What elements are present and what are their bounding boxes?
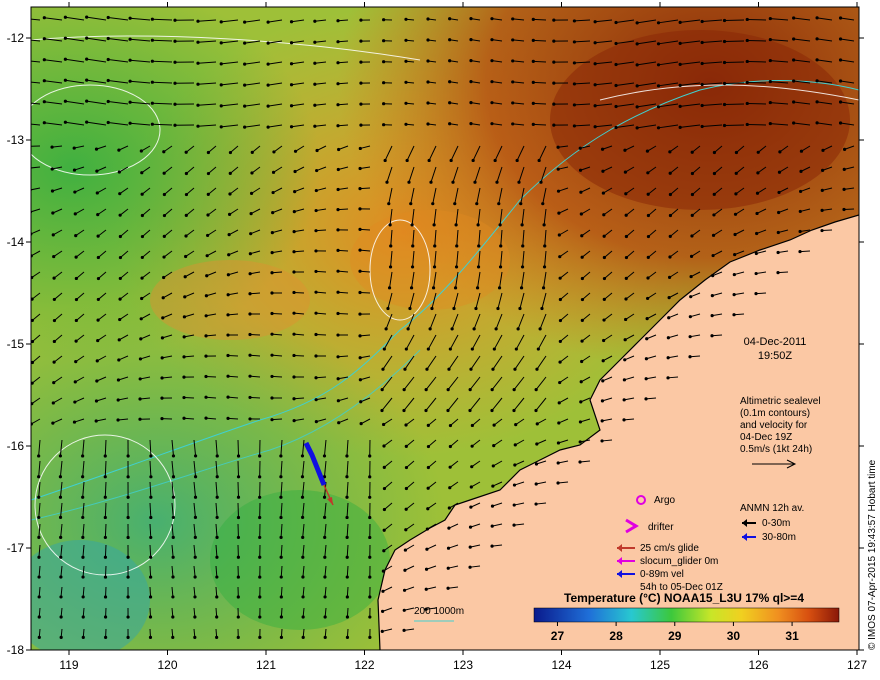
- velocity-arrow: [533, 81, 547, 84]
- lon-tick-label: 120: [157, 658, 177, 672]
- svg-text:04-Dec 19Z: 04-Dec 19Z: [740, 432, 792, 443]
- map-date: 04-Dec-2011: [744, 336, 807, 348]
- velocity-arrow: [747, 81, 767, 84]
- lon-tick-label: 127: [847, 658, 867, 672]
- velocity-arrow: [533, 60, 547, 63]
- colorbar-tick-label: 27: [551, 629, 565, 643]
- svg-text:slocum_glider 0m: slocum_glider 0m: [640, 556, 718, 567]
- svg-text:0-89m vel: 0-89m vel: [640, 569, 684, 580]
- colorbar-title: Temperature (°C) NOAA15_L3U 17% ql>=4: [564, 591, 804, 605]
- velocity-arrow: [533, 18, 547, 21]
- svg-text:Argo: Argo: [654, 495, 676, 506]
- velocity-arrow: [104, 565, 107, 578]
- lat-tick-label: -15: [7, 337, 25, 351]
- svg-text:200 1000m: 200 1000m: [414, 606, 464, 617]
- velocity-arrow: [104, 502, 107, 518]
- svg-text:and velocity for: and velocity for: [740, 420, 808, 431]
- lat-tick-label: -13: [7, 133, 25, 147]
- velocity-arrow: [237, 460, 240, 477]
- velocity-arrow: [747, 60, 767, 63]
- svg-text:25 cm/s glide: 25 cm/s glide: [640, 543, 699, 554]
- svg-text:0-30m: 0-30m: [762, 518, 790, 529]
- svg-text:Altimetric sealevel: Altimetric sealevel: [740, 396, 821, 407]
- lon-tick-label: 124: [551, 658, 571, 672]
- velocity-arrow: [747, 18, 767, 21]
- lat-tick-label: -14: [7, 235, 25, 249]
- velocity-arrow: [533, 123, 547, 126]
- svg-text:0.5m/s (1kt 24h): 0.5m/s (1kt 24h): [740, 444, 812, 455]
- lon-tick-label: 125: [650, 658, 670, 672]
- colorbar-tick-label: 29: [668, 629, 682, 643]
- credit-text: © IMOS 07-Apr-2015 19:43:57 Hobart time: [867, 459, 878, 650]
- velocity-arrow: [237, 481, 239, 498]
- lon-tick-label: 119: [59, 658, 78, 672]
- colorbar-tick-label: 28: [609, 629, 623, 643]
- colorbar-tick-label: 31: [785, 629, 799, 643]
- lon-tick-label: 126: [748, 658, 768, 672]
- map-time: 19:50Z: [758, 350, 793, 362]
- svg-text:ANMN 12h av.: ANMN 12h av.: [740, 503, 804, 514]
- lat-tick-label: -18: [7, 643, 25, 657]
- svg-text:(0.1m contours): (0.1m contours): [740, 408, 810, 419]
- velocity-arrow: [747, 39, 767, 42]
- velocity-arrow: [104, 544, 107, 558]
- velocity-arrow: [149, 544, 152, 558]
- sst-field: [31, 7, 859, 650]
- lat-tick-label: -17: [7, 541, 25, 555]
- velocity-arrow: [237, 439, 240, 457]
- velocity-arrow: [533, 39, 547, 42]
- velocity-arrow: [747, 123, 767, 126]
- svg-text:30-80m: 30-80m: [762, 532, 796, 543]
- lon-tick-label: 121: [256, 658, 276, 672]
- velocity-arrow: [149, 565, 152, 578]
- velocity-arrow: [747, 102, 767, 105]
- lon-tick-label: 122: [354, 658, 374, 672]
- lat-tick-label: -12: [7, 31, 25, 45]
- colorbar-tick-label: 30: [727, 629, 741, 643]
- velocity-arrow: [533, 102, 547, 105]
- lat-tick-label: -16: [7, 439, 25, 453]
- velocity-arrow: [104, 523, 107, 538]
- svg-text:drifter: drifter: [648, 522, 674, 533]
- ocean-map: 119 120 121 122 123 124 125 126 127 -12 -13 -14 -15…: [7, 2, 878, 672]
- lon-tick-label: 123: [453, 658, 473, 672]
